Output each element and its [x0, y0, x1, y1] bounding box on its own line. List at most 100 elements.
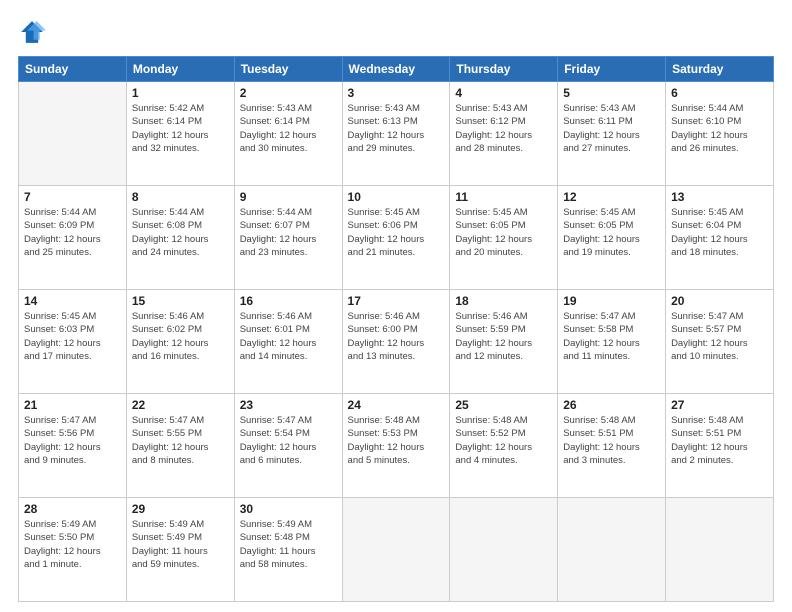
day-cell	[342, 498, 450, 602]
day-info: Sunrise: 5:44 AM Sunset: 6:07 PM Dayligh…	[240, 206, 337, 259]
calendar-page: SundayMondayTuesdayWednesdayThursdayFrid…	[0, 0, 792, 612]
day-info: Sunrise: 5:48 AM Sunset: 5:51 PM Dayligh…	[563, 414, 660, 467]
day-number: 18	[455, 294, 552, 308]
day-info: Sunrise: 5:44 AM Sunset: 6:08 PM Dayligh…	[132, 206, 229, 259]
day-info: Sunrise: 5:47 AM Sunset: 5:57 PM Dayligh…	[671, 310, 768, 363]
day-cell: 28 Sunrise: 5:49 AM Sunset: 5:50 PM Dayli…	[19, 498, 127, 602]
day-cell: 9 Sunrise: 5:44 AM Sunset: 6:07 PM Daylig…	[234, 186, 342, 290]
weekday-header-friday: Friday	[558, 57, 666, 82]
day-cell: 20 Sunrise: 5:47 AM Sunset: 5:57 PM Dayli…	[666, 290, 774, 394]
week-row-2: 7 Sunrise: 5:44 AM Sunset: 6:09 PM Daylig…	[19, 186, 774, 290]
day-number: 28	[24, 502, 121, 516]
day-cell: 6 Sunrise: 5:44 AM Sunset: 6:10 PM Daylig…	[666, 82, 774, 186]
day-info: Sunrise: 5:49 AM Sunset: 5:48 PM Dayligh…	[240, 518, 337, 571]
week-row-5: 28 Sunrise: 5:49 AM Sunset: 5:50 PM Dayli…	[19, 498, 774, 602]
day-info: Sunrise: 5:47 AM Sunset: 5:56 PM Dayligh…	[24, 414, 121, 467]
day-cell: 30 Sunrise: 5:49 AM Sunset: 5:48 PM Dayli…	[234, 498, 342, 602]
day-info: Sunrise: 5:49 AM Sunset: 5:50 PM Dayligh…	[24, 518, 121, 571]
day-info: Sunrise: 5:46 AM Sunset: 6:02 PM Dayligh…	[132, 310, 229, 363]
day-info: Sunrise: 5:45 AM Sunset: 6:05 PM Dayligh…	[563, 206, 660, 259]
day-cell	[450, 498, 558, 602]
day-number: 22	[132, 398, 229, 412]
day-number: 30	[240, 502, 337, 516]
day-info: Sunrise: 5:44 AM Sunset: 6:10 PM Dayligh…	[671, 102, 768, 155]
day-cell: 27 Sunrise: 5:48 AM Sunset: 5:51 PM Dayli…	[666, 394, 774, 498]
day-number: 25	[455, 398, 552, 412]
day-info: Sunrise: 5:48 AM Sunset: 5:53 PM Dayligh…	[348, 414, 445, 467]
day-number: 6	[671, 86, 768, 100]
day-info: Sunrise: 5:43 AM Sunset: 6:11 PM Dayligh…	[563, 102, 660, 155]
weekday-header-tuesday: Tuesday	[234, 57, 342, 82]
day-number: 20	[671, 294, 768, 308]
day-cell: 10Sunrise: 5:45 AM Sunset: 6:06 PM Dayli…	[342, 186, 450, 290]
day-info: Sunrise: 5:46 AM Sunset: 6:00 PM Dayligh…	[348, 310, 445, 363]
day-number: 8	[132, 190, 229, 204]
week-row-4: 21 Sunrise: 5:47 AM Sunset: 5:56 PM Dayli…	[19, 394, 774, 498]
day-number: 27	[671, 398, 768, 412]
day-number: 9	[240, 190, 337, 204]
day-info: Sunrise: 5:45 AM Sunset: 6:03 PM Dayligh…	[24, 310, 121, 363]
logo	[18, 18, 50, 46]
logo-icon	[18, 18, 46, 46]
day-info: Sunrise: 5:46 AM Sunset: 5:59 PM Dayligh…	[455, 310, 552, 363]
day-cell: 4 Sunrise: 5:43 AM Sunset: 6:12 PM Daylig…	[450, 82, 558, 186]
day-cell: 5 Sunrise: 5:43 AM Sunset: 6:11 PM Daylig…	[558, 82, 666, 186]
day-number: 14	[24, 294, 121, 308]
day-cell: 19Sunrise: 5:47 AM Sunset: 5:58 PM Dayli…	[558, 290, 666, 394]
day-number: 16	[240, 294, 337, 308]
day-cell: 26 Sunrise: 5:48 AM Sunset: 5:51 PM Dayli…	[558, 394, 666, 498]
day-info: Sunrise: 5:45 AM Sunset: 6:06 PM Dayligh…	[348, 206, 445, 259]
day-number: 19	[563, 294, 660, 308]
day-cell: 23Sunrise: 5:47 AM Sunset: 5:54 PM Dayli…	[234, 394, 342, 498]
day-info: Sunrise: 5:45 AM Sunset: 6:04 PM Dayligh…	[671, 206, 768, 259]
day-number: 5	[563, 86, 660, 100]
day-number: 17	[348, 294, 445, 308]
day-number: 11	[455, 190, 552, 204]
day-number: 26	[563, 398, 660, 412]
day-cell: 3Sunrise: 5:43 AM Sunset: 6:13 PM Daylig…	[342, 82, 450, 186]
day-cell: 24Sunrise: 5:48 AM Sunset: 5:53 PM Dayli…	[342, 394, 450, 498]
day-cell: 8 Sunrise: 5:44 AM Sunset: 6:08 PM Daylig…	[126, 186, 234, 290]
day-cell	[19, 82, 127, 186]
day-cell: 16Sunrise: 5:46 AM Sunset: 6:01 PM Dayli…	[234, 290, 342, 394]
day-cell: 22 Sunrise: 5:47 AM Sunset: 5:55 PM Dayli…	[126, 394, 234, 498]
weekday-header-row: SundayMondayTuesdayWednesdayThursdayFrid…	[19, 57, 774, 82]
weekday-header-saturday: Saturday	[666, 57, 774, 82]
weekday-header-monday: Monday	[126, 57, 234, 82]
day-cell: 21 Sunrise: 5:47 AM Sunset: 5:56 PM Dayli…	[19, 394, 127, 498]
day-cell: 2 Sunrise: 5:43 AM Sunset: 6:14 PM Daylig…	[234, 82, 342, 186]
day-cell	[558, 498, 666, 602]
day-info: Sunrise: 5:43 AM Sunset: 6:12 PM Dayligh…	[455, 102, 552, 155]
day-cell: 17 Sunrise: 5:46 AM Sunset: 6:00 PM Dayli…	[342, 290, 450, 394]
day-cell: 7 Sunrise: 5:44 AM Sunset: 6:09 PM Daylig…	[19, 186, 127, 290]
day-number: 7	[24, 190, 121, 204]
day-cell: 18 Sunrise: 5:46 AM Sunset: 5:59 PM Dayli…	[450, 290, 558, 394]
weekday-header-thursday: Thursday	[450, 57, 558, 82]
day-cell	[666, 498, 774, 602]
day-info: Sunrise: 5:43 AM Sunset: 6:14 PM Dayligh…	[240, 102, 337, 155]
day-cell: 25 Sunrise: 5:48 AM Sunset: 5:52 PM Dayli…	[450, 394, 558, 498]
week-row-1: 1Sunrise: 5:42 AM Sunset: 6:14 PM Daylig…	[19, 82, 774, 186]
day-info: Sunrise: 5:48 AM Sunset: 5:51 PM Dayligh…	[671, 414, 768, 467]
weekday-header-wednesday: Wednesday	[342, 57, 450, 82]
day-cell: 15 Sunrise: 5:46 AM Sunset: 6:02 PM Dayli…	[126, 290, 234, 394]
day-number: 12	[563, 190, 660, 204]
day-info: Sunrise: 5:49 AM Sunset: 5:49 PM Dayligh…	[132, 518, 229, 571]
day-cell: 29 Sunrise: 5:49 AM Sunset: 5:49 PM Dayli…	[126, 498, 234, 602]
day-info: Sunrise: 5:47 AM Sunset: 5:55 PM Dayligh…	[132, 414, 229, 467]
day-cell: 14 Sunrise: 5:45 AM Sunset: 6:03 PM Dayli…	[19, 290, 127, 394]
day-info: Sunrise: 5:47 AM Sunset: 5:54 PM Dayligh…	[240, 414, 337, 467]
day-number: 13	[671, 190, 768, 204]
day-info: Sunrise: 5:42 AM Sunset: 6:14 PM Dayligh…	[132, 102, 229, 155]
week-row-3: 14 Sunrise: 5:45 AM Sunset: 6:03 PM Dayli…	[19, 290, 774, 394]
day-number: 29	[132, 502, 229, 516]
day-number: 15	[132, 294, 229, 308]
day-number: 3	[348, 86, 445, 100]
day-cell: 11Sunrise: 5:45 AM Sunset: 6:05 PM Dayli…	[450, 186, 558, 290]
day-number: 2	[240, 86, 337, 100]
day-info: Sunrise: 5:44 AM Sunset: 6:09 PM Dayligh…	[24, 206, 121, 259]
day-cell: 1Sunrise: 5:42 AM Sunset: 6:14 PM Daylig…	[126, 82, 234, 186]
day-number: 4	[455, 86, 552, 100]
day-info: Sunrise: 5:48 AM Sunset: 5:52 PM Dayligh…	[455, 414, 552, 467]
day-number: 21	[24, 398, 121, 412]
